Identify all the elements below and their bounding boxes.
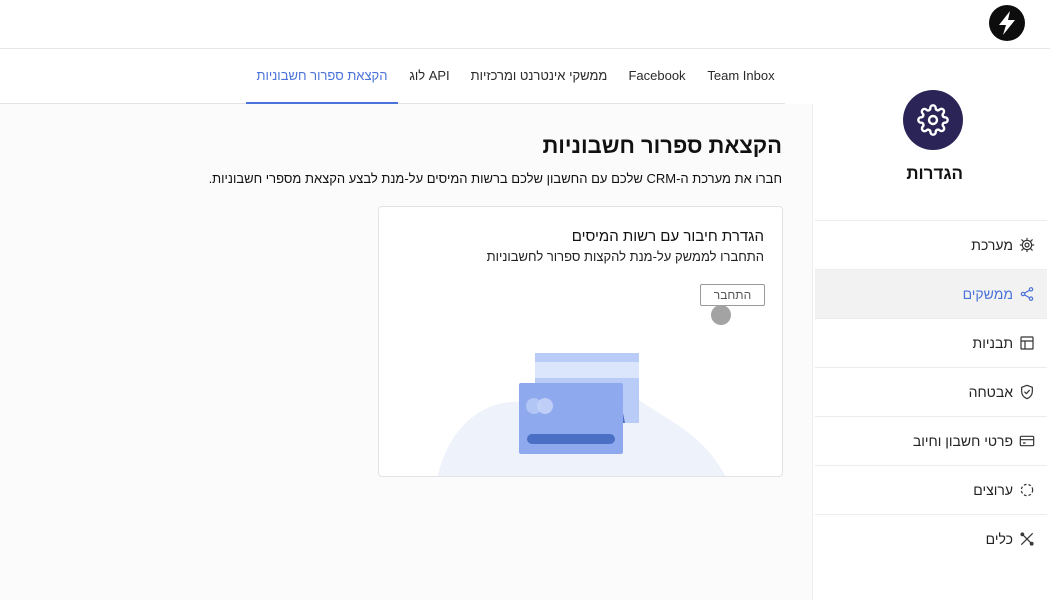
page-title: הקצאת ספרור חשבוניות	[542, 133, 782, 158]
sidebar-item-label: ערוצים	[973, 482, 1013, 498]
settings-sidebar: הגדרות מערכת ממשקים תבניות אבטחה פרטי חש…	[812, 90, 1047, 600]
sidebar-item-label: תבניות	[972, 335, 1013, 351]
page-description: חברו את מערכת ה-CRM שלכם עם החשבון שלכם …	[208, 171, 782, 186]
sidebar-item-label: פרטי חשבון וחיוב	[912, 433, 1013, 449]
shield-icon	[1019, 384, 1035, 400]
card-subtitle: התחברו לממשק על-מנת להקצות ספרור לחשבוני…	[486, 249, 764, 264]
sidebar-item-label: אבטחה	[968, 384, 1013, 400]
mouse-cursor-indicator	[711, 305, 731, 325]
sidebar-title: הגדרות	[906, 164, 963, 183]
tab-web-interfaces[interactable]: ממשקי אינטרנט ומרכזיות	[465, 49, 613, 104]
sidebar-item-label: מערכת	[971, 237, 1013, 253]
connect-button[interactable]: התחבר	[700, 284, 765, 306]
settings-avatar	[903, 90, 963, 150]
gear-icon	[917, 104, 949, 136]
credit-cards-illustration	[437, 353, 726, 476]
channels-icon	[1019, 482, 1035, 498]
tab-team-inbox[interactable]: Team Inbox	[700, 49, 782, 104]
share-icon	[1019, 286, 1035, 302]
sidebar-item-templates[interactable]: תבניות	[815, 318, 1047, 367]
sidebar-item-label: כלים	[985, 531, 1013, 547]
integrations-tabs: Team Inbox Facebook ממשקי אינטרנט ומרכזי…	[0, 49, 785, 104]
bolt-logo-icon[interactable]	[988, 4, 1026, 42]
sidebar-item-tools[interactable]: כלים	[815, 514, 1047, 563]
sidebar-item-system[interactable]: מערכת	[815, 220, 1047, 269]
sidebar-item-channels[interactable]: ערוצים	[815, 465, 1047, 514]
gear-icon	[1019, 237, 1035, 253]
sidebar-item-label: ממשקים	[962, 286, 1013, 302]
tools-icon	[1019, 531, 1035, 547]
card-title: הגדרת חיבור עם רשות המיסים	[571, 228, 764, 245]
tab-facebook[interactable]: Facebook	[622, 49, 692, 104]
sidebar-item-security[interactable]: אבטחה	[815, 367, 1047, 416]
sidebar-item-integrations[interactable]: ממשקים	[815, 269, 1047, 318]
layout-icon	[1019, 335, 1035, 351]
tab-api-log[interactable]: לוג API	[402, 49, 457, 104]
top-bar	[0, 0, 1050, 49]
tax-authority-card: הגדרת חיבור עם רשות המיסים התחברו לממשק …	[378, 206, 783, 477]
tab-invoice-numbering[interactable]: הקצאת ספרור חשבוניות	[246, 49, 398, 104]
sidebar-item-billing[interactable]: פרטי חשבון וחיוב	[815, 416, 1047, 465]
credit-card-icon	[1019, 433, 1035, 449]
